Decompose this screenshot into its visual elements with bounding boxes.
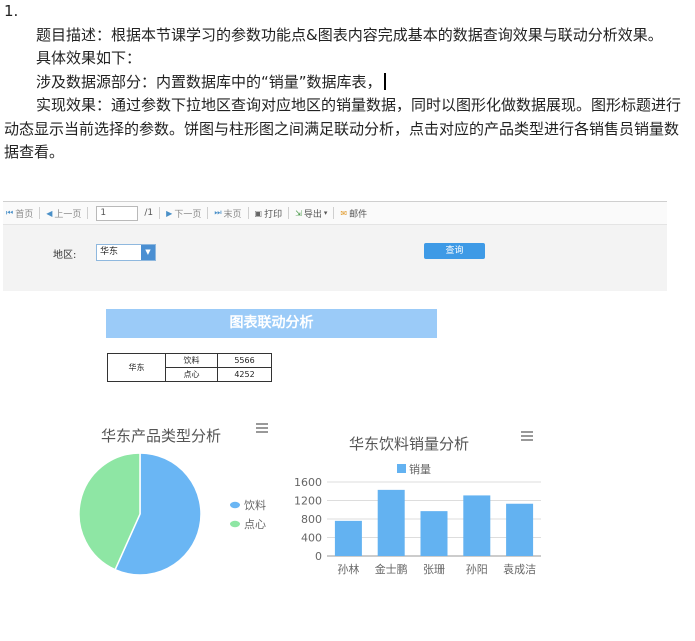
pie-legend-label[interactable]: 点心 xyxy=(244,518,266,531)
bar[interactable] xyxy=(420,511,448,556)
bar-legend-marker xyxy=(397,464,406,473)
y-tick-label: 1200 xyxy=(294,495,322,508)
y-tick-label: 400 xyxy=(301,532,322,545)
x-tick-label: 孙阳 xyxy=(466,563,488,576)
bar[interactable] xyxy=(463,495,491,556)
bar-legend-label[interactable]: 销量 xyxy=(409,462,431,476)
x-tick-label: 孙林 xyxy=(337,562,359,576)
pie-legend-marker xyxy=(230,501,240,509)
bar[interactable] xyxy=(506,503,534,556)
bar[interactable] xyxy=(377,489,405,556)
bar[interactable] xyxy=(334,520,362,556)
x-tick-label: 金士鹏 xyxy=(375,562,408,576)
y-tick-label: 1600 xyxy=(294,476,322,489)
x-tick-label: 袁成洁 xyxy=(503,563,536,576)
x-tick-label: 张珊 xyxy=(423,563,445,576)
y-tick-label: 800 xyxy=(301,513,322,526)
pie-legend-label[interactable]: 饮料 xyxy=(244,498,266,512)
pie-legend-marker xyxy=(230,520,240,528)
charts-canvas: 饮料点心 0 400 800 1200 1600 孙林 金士鹏 张珊 孙阳 袁成洁 销量 xyxy=(78,452,541,576)
y-tick-label: 0 xyxy=(315,550,322,563)
